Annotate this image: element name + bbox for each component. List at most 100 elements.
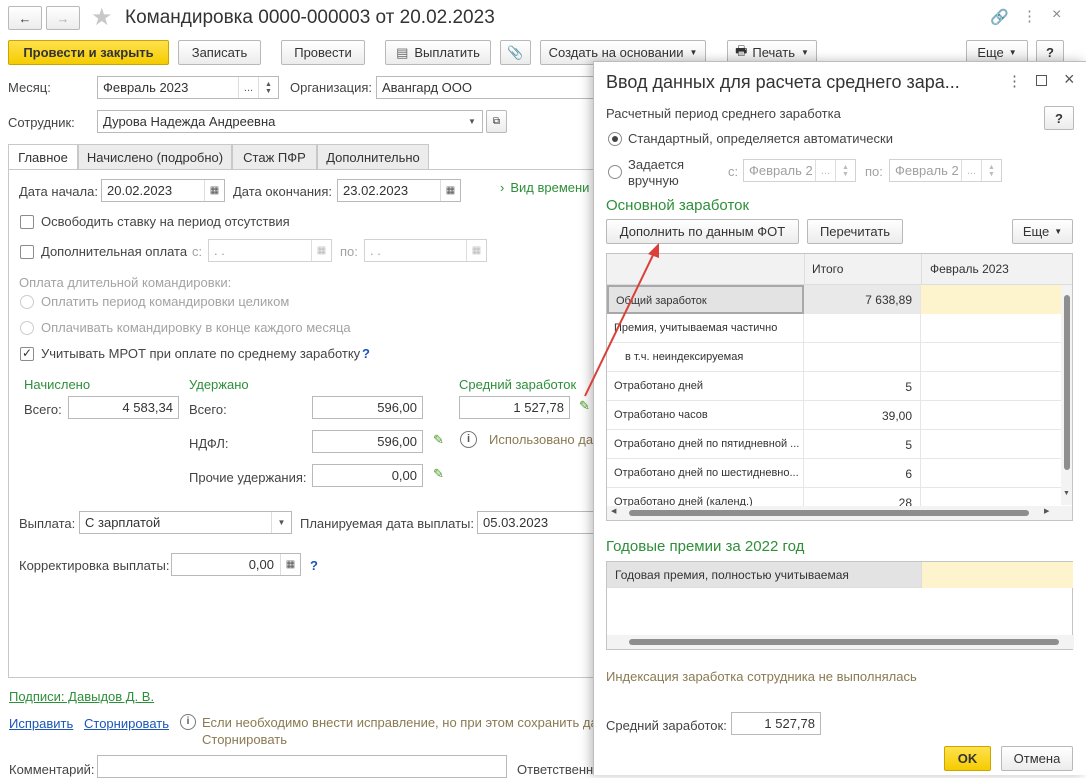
select-dots-icon[interactable]: ... — [238, 77, 258, 98]
spin-icon[interactable]: ▲ ▼ — [258, 77, 278, 98]
row-month-cell[interactable] — [921, 314, 1061, 343]
extra-to-field[interactable]: . . ▦ — [364, 239, 487, 262]
ok-button[interactable]: OK — [944, 746, 991, 771]
month-field[interactable]: Февраль 2023... ▲ ▼ — [97, 76, 279, 99]
table-row[interactable]: Общий заработок 7 638,89 — [607, 285, 1061, 314]
pay-monthly-radio[interactable] — [20, 321, 34, 335]
ndfl-field[interactable]: 596,00 — [312, 430, 423, 453]
avg-earnings-dialog: Ввод данных для расчета среднего зара...… — [593, 61, 1086, 775]
table-row[interactable]: в т.ч. неиндексируемая — [607, 343, 1061, 372]
chevron-down-icon[interactable]: ▼ — [462, 111, 482, 132]
time-view-link[interactable]: › Вид времени — [500, 180, 589, 195]
edit-pencil-icon[interactable]: ✎ — [433, 432, 444, 448]
table-row[interactable]: Отработано дней 5 — [607, 372, 1061, 401]
scroll-right-icon[interactable]: ▶ — [1044, 507, 1049, 515]
close-icon[interactable]: × — [1064, 69, 1075, 90]
avg-earnings-result-field[interactable]: 1 527,78 — [731, 712, 821, 735]
tab-pfr[interactable]: Стаж ПФР — [232, 144, 317, 170]
calendar-icon[interactable]: ▦ — [440, 180, 460, 201]
free-rate-checkbox[interactable] — [20, 215, 34, 229]
forward-button[interactable]: → — [46, 6, 80, 30]
spin-icon[interactable]: ▲ ▼ — [835, 160, 855, 181]
favorite-star-icon[interactable]: ★ — [91, 3, 113, 32]
post-and-close-button[interactable]: Провести и закрыть — [8, 40, 169, 65]
avg-earnings-field[interactable]: 1 527,78 — [459, 396, 570, 419]
open-employee-button[interactable]: ⧉ — [486, 110, 507, 133]
calendar-icon[interactable]: ▦ — [311, 240, 331, 261]
table-row[interactable]: Премия, учитываемая частично — [607, 314, 1061, 343]
tab-main[interactable]: Главное — [8, 144, 78, 170]
payout-select[interactable]: С зарплатой ▼ — [79, 511, 292, 534]
chevron-down-icon[interactable]: ▼ — [271, 512, 291, 533]
close-icon[interactable]: × — [1052, 6, 1061, 24]
write-button[interactable]: Записать — [178, 40, 261, 65]
vertical-scrollbar[interactable]: ▼ — [1061, 285, 1072, 505]
cancel-button[interactable]: Отмена — [1001, 746, 1073, 771]
table-row[interactable]: Отработано дней по шестидневно... 6 — [607, 459, 1061, 488]
menu-dots-icon[interactable]: ⋮ — [1007, 72, 1022, 90]
back-button[interactable]: ← — [8, 6, 42, 30]
extra-from-field[interactable]: . . ▦ — [208, 239, 332, 262]
mrot-help-icon[interactable]: ? — [362, 346, 370, 361]
calendar-icon[interactable]: ▦ — [204, 180, 224, 201]
scroll-left-icon[interactable]: ◀ — [611, 507, 616, 515]
manual-period-radio[interactable] — [608, 165, 622, 179]
attach-button[interactable]: 📎 — [500, 40, 531, 65]
correction-help-icon[interactable]: ? — [310, 558, 318, 573]
scrollbar-thumb[interactable] — [629, 510, 1029, 516]
horizontal-scrollbar[interactable]: ◀ ▶ — [607, 506, 1072, 520]
scrollbar-thumb[interactable] — [629, 639, 1059, 645]
row-month-cell[interactable] — [921, 343, 1061, 372]
post-button[interactable]: Провести — [281, 40, 365, 65]
scrollbar-thumb[interactable] — [1064, 295, 1070, 470]
signatures-link[interactable]: Подписи: Давыдов Д. В. — [9, 689, 154, 704]
period-to-field[interactable]: Февраль 2... ▲ ▼ — [889, 159, 1002, 182]
storno-link[interactable]: Сторнировать — [84, 716, 169, 731]
spin-icon[interactable]: ▲ ▼ — [981, 160, 1001, 181]
correction-field[interactable]: 0,00 ▦ — [171, 553, 301, 576]
calendar-icon[interactable]: ▦ — [466, 240, 486, 261]
other-withholdings-field[interactable]: 0,00 — [312, 464, 423, 487]
start-date-field[interactable]: 20.02.2023 ▦ — [101, 179, 225, 202]
withheld-total-field[interactable]: 596,00 — [312, 396, 423, 419]
mrot-checkbox[interactable]: ✓ — [20, 347, 34, 361]
table-row[interactable]: Отработано дней по пятидневной ... 5 — [607, 430, 1061, 459]
standard-period-radio[interactable] — [608, 132, 622, 146]
tab-additional[interactable]: Дополнительно — [317, 144, 429, 170]
horizontal-scrollbar[interactable] — [607, 635, 1074, 649]
accrued-total-field[interactable]: 4 583,34 — [68, 396, 179, 419]
table-row[interactable]: Отработано часов 39,00 — [607, 401, 1061, 430]
fill-fot-button[interactable]: Дополнить по данным ФОТ — [606, 219, 799, 244]
edit-pencil-icon[interactable]: ✎ — [433, 466, 444, 482]
period-from-field[interactable]: Февраль 2... ▲ ▼ — [743, 159, 856, 182]
select-dots-icon[interactable]: ... — [815, 160, 835, 181]
extra-pay-checkbox[interactable] — [20, 245, 34, 259]
row-month-cell[interactable] — [921, 372, 1061, 401]
calculator-icon[interactable]: ▦ — [280, 554, 300, 575]
row-month-cell[interactable] — [921, 430, 1061, 459]
fix-link[interactable]: Исправить — [9, 716, 73, 731]
info-text-line1: Если необходимо внести исправление, но п… — [202, 715, 598, 730]
row-month-cell[interactable] — [921, 401, 1061, 430]
maximize-icon[interactable] — [1036, 75, 1047, 86]
bonus-row-value-cell[interactable] — [921, 562, 1073, 588]
dialog-help-button[interactable]: ? — [1044, 106, 1074, 130]
row-month-cell[interactable] — [921, 459, 1061, 488]
extra-pay-label: Дополнительная оплата — [41, 244, 188, 259]
end-date-field[interactable]: 23.02.2023 ▦ — [337, 179, 461, 202]
row-month-cell[interactable] — [921, 285, 1061, 314]
select-dots-icon[interactable]: ... — [961, 160, 981, 181]
bonus-row[interactable]: Годовая премия, полностью учитываемая — [607, 562, 921, 588]
link-icon[interactable]: 🔗 — [990, 8, 1009, 26]
scroll-down-icon[interactable]: ▼ — [1063, 490, 1070, 497]
planned-date-field[interactable]: 05.03.2023 — [477, 511, 598, 534]
edit-pencil-icon[interactable]: ✎ — [579, 398, 590, 414]
employee-field[interactable]: Дурова Надежда Андреевна ▼ — [97, 110, 483, 133]
organization-field[interactable]: Авангард ООО — [376, 76, 606, 99]
pay-button[interactable]: ▤ Выплатить — [385, 40, 491, 65]
dialog-more-button[interactable]: Еще ▼ — [1012, 219, 1073, 244]
tab-accrued-detailed[interactable]: Начислено (подробно) — [78, 144, 232, 170]
pay-whole-radio[interactable] — [20, 295, 34, 309]
menu-dots-icon[interactable]: ⋮ — [1022, 7, 1037, 25]
reread-button[interactable]: Перечитать — [807, 219, 903, 244]
